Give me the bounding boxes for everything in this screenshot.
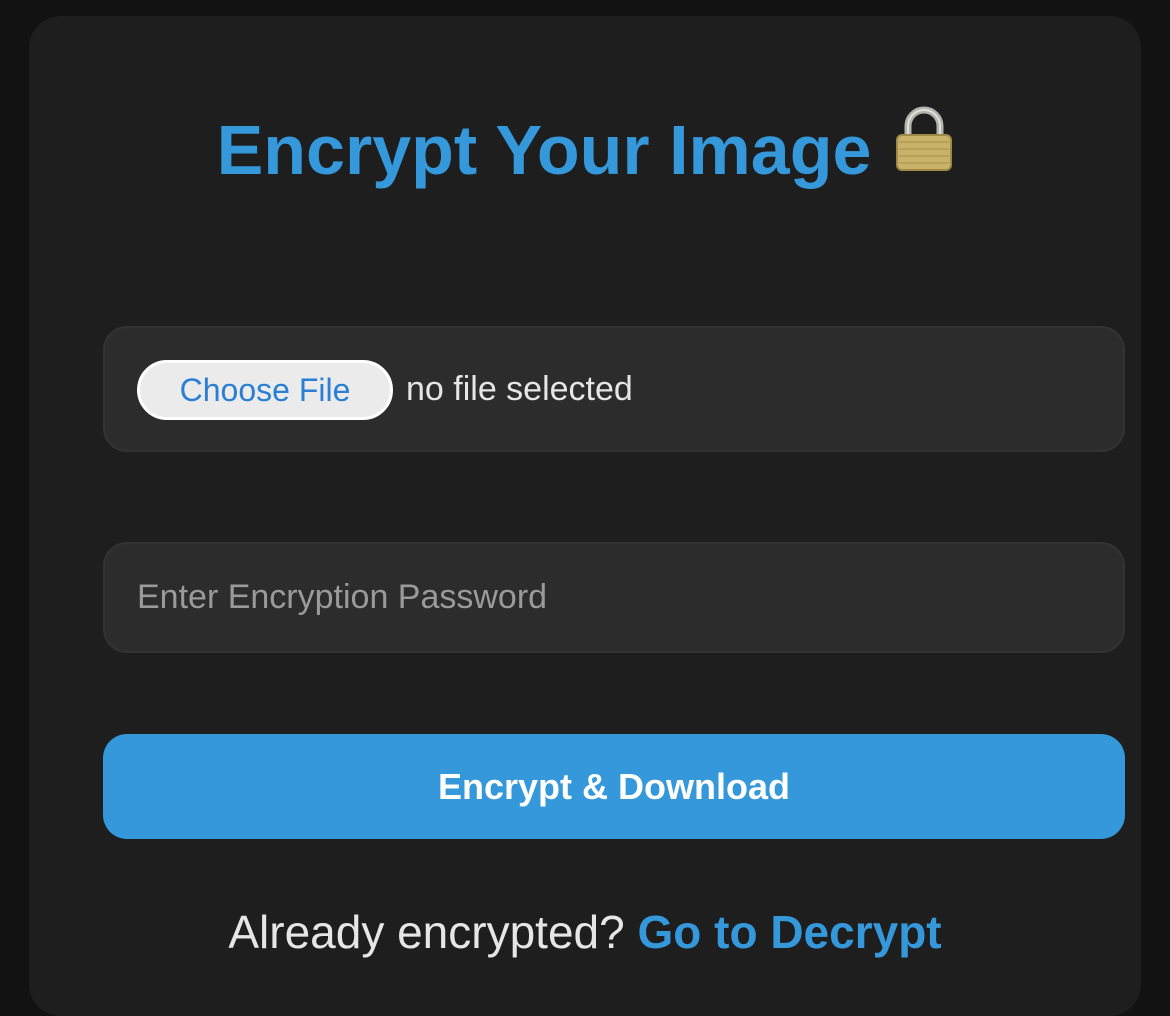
go-to-decrypt-link[interactable]: Go to Decrypt (637, 906, 941, 958)
page-title: Encrypt Your Image (29, 104, 1141, 190)
decrypt-prompt-text: Already encrypted? (228, 906, 625, 958)
choose-file-button[interactable]: Choose File (137, 360, 393, 420)
decrypt-prompt: Already encrypted? Go to Decrypt (29, 905, 1141, 959)
encrypt-download-button[interactable]: Encrypt & Download (103, 734, 1125, 839)
lock-icon (895, 106, 953, 188)
file-picker[interactable]: Choose File no file selected (103, 326, 1125, 452)
page-title-text: Encrypt Your Image (216, 110, 872, 189)
password-input[interactable] (103, 542, 1125, 653)
file-status-text: no file selected (406, 370, 633, 408)
encrypt-card: Encrypt Your Image Choose File no file s… (29, 16, 1141, 1016)
